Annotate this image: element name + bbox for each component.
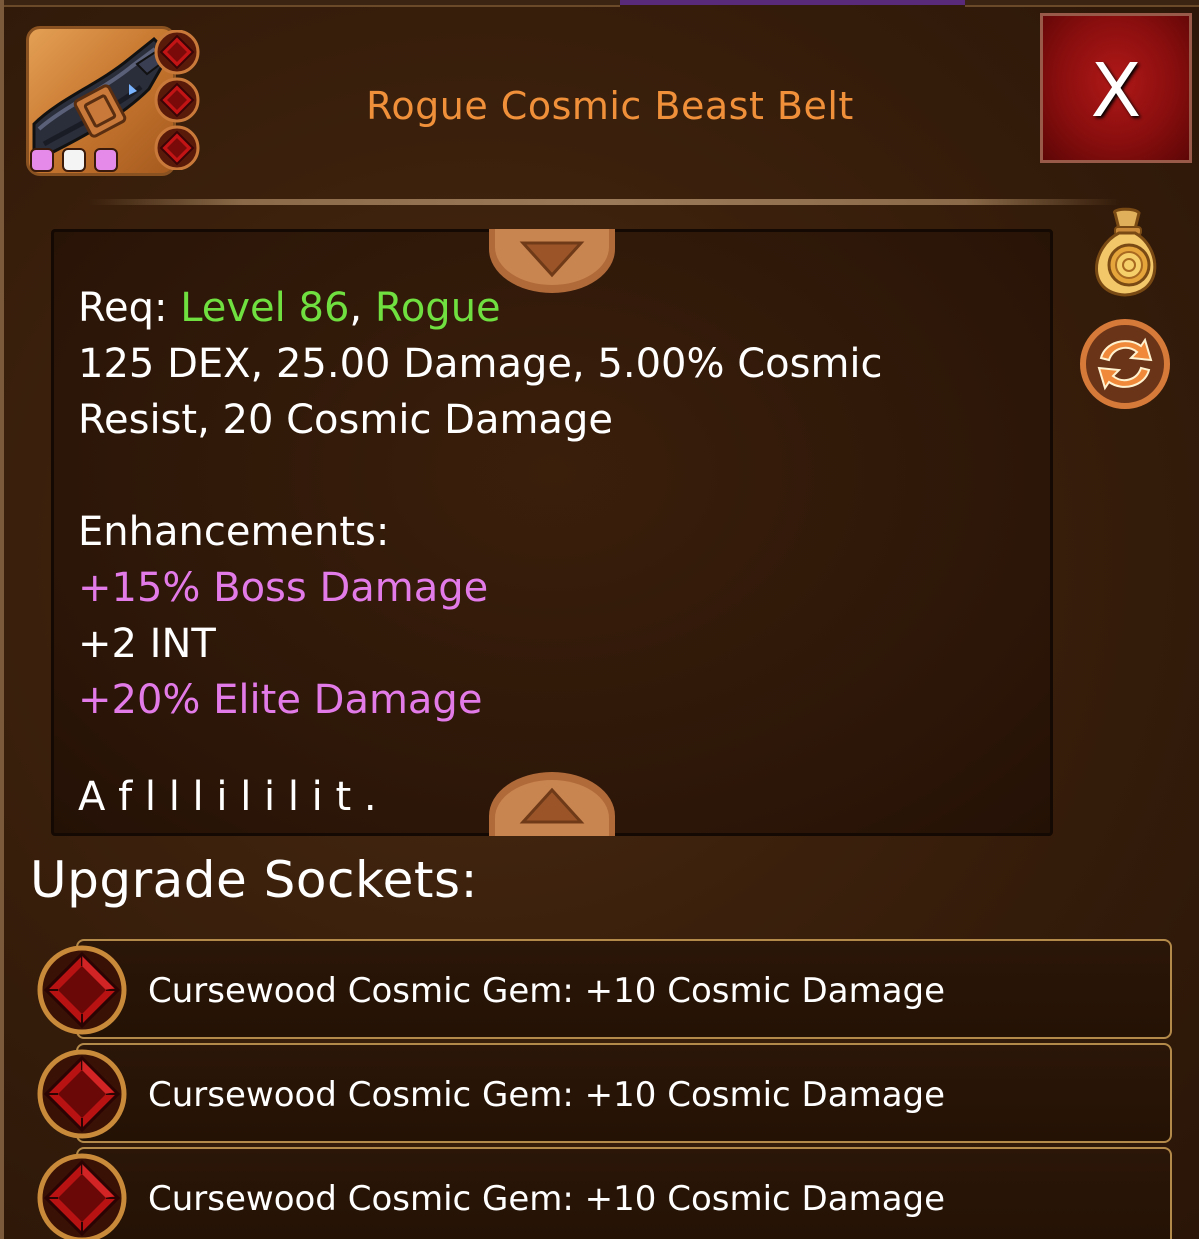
close-button-label: X [1090, 48, 1142, 134]
panel-left-border [0, 0, 4, 1239]
quality-dot [94, 148, 118, 172]
stats-line: 125 DEX, 25.00 Damage, 5.00% Cosmic [78, 341, 883, 387]
upgrade-sockets-heading: Upgrade Sockets: [30, 851, 478, 909]
panel-top-edge [0, 0, 620, 7]
item-description-box[interactable]: Req: Level 86, Rogue 125 DEX, 25.00 Dama… [51, 229, 1053, 836]
close-button[interactable]: X [1040, 13, 1192, 163]
req-separator: , [349, 285, 375, 331]
req-label: Req: [78, 285, 181, 331]
scroll-down-button[interactable] [487, 772, 617, 836]
socket-gem-stack [152, 29, 202, 171]
socket-row[interactable]: Cursewood Cosmic Gem: +10 Cosmic Damage [76, 1147, 1172, 1239]
panel-top-edge-right [965, 0, 1199, 7]
quality-dot [30, 148, 54, 172]
quality-dot [62, 148, 86, 172]
item-description: Req: Level 86, Rogue 125 DEX, 25.00 Dama… [78, 280, 978, 728]
req-class: Rogue [374, 285, 501, 331]
quality-dots [30, 148, 130, 176]
enhancement-line: +2 INT [78, 621, 216, 667]
enhancement-line: +15% Boss Damage [78, 565, 489, 611]
socket-row[interactable]: Cursewood Cosmic Gem: +10 Cosmic Damage [76, 1043, 1172, 1143]
enhancements-heading: Enhancements: [78, 509, 390, 555]
item-title: Rogue Cosmic Beast Belt [366, 84, 854, 128]
stats-line: Resist, 20 Cosmic Damage [78, 397, 613, 443]
scroll-up-button[interactable] [487, 229, 617, 293]
socket-row[interactable]: Cursewood Cosmic Gem: +10 Cosmic Damage [76, 939, 1172, 1039]
item-detail-panel: Rogue Cosmic Beast Belt X Req: Level 86,… [0, 0, 1199, 1239]
panel-top-edge-accent [620, 0, 965, 5]
socket-label: Cursewood Cosmic Gem: +10 Cosmic Damage [148, 971, 946, 1011]
req-level: Level 86 [180, 285, 350, 331]
red-gem-icon [36, 944, 128, 1036]
socket-label: Cursewood Cosmic Gem: +10 Cosmic Damage [148, 1179, 946, 1219]
flavor-text-cut: A f l l l i l i l i t . [78, 774, 377, 820]
red-gem-icon [36, 1152, 128, 1239]
red-gem-icon [36, 1048, 128, 1140]
swap-arrows-icon[interactable] [1079, 318, 1171, 410]
title-divider [88, 199, 1120, 205]
socket-label: Cursewood Cosmic Gem: +10 Cosmic Damage [148, 1075, 946, 1115]
gold-bag-icon[interactable] [1085, 207, 1165, 299]
enhancement-line: +20% Elite Damage [78, 677, 483, 723]
